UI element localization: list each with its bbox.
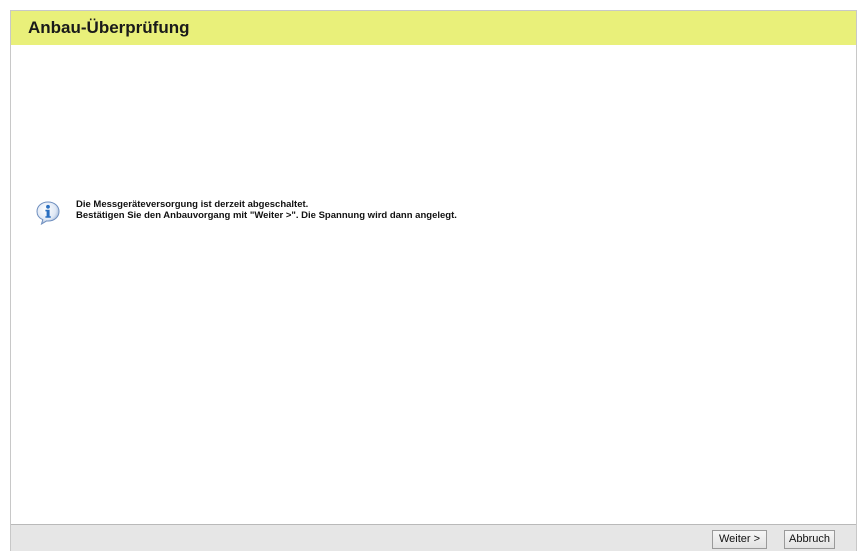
info-message: Die Messgeräteversorgung ist derzeit abg…: [35, 199, 457, 226]
message-line-2: Bestätigen Sie den Anbauvorgang mit "Wei…: [76, 210, 457, 221]
dialog-content: Die Messgeräteversorgung ist derzeit abg…: [11, 45, 856, 524]
dialog-footer: Weiter > Abbruch: [11, 524, 856, 551]
message-line-1: Die Messgeräteversorgung ist derzeit abg…: [76, 199, 309, 210]
dialog-title: Anbau-Überprüfung: [28, 18, 190, 37]
cancel-button[interactable]: Abbruch: [784, 530, 835, 549]
dialog-window: Anbau-Überprüfung Die Messgeräteversorgu…: [10, 10, 857, 551]
dialog-header: Anbau-Überprüfung: [11, 11, 856, 45]
info-icon: [35, 200, 61, 226]
message-text: Die Messgeräteversorgung ist derzeit abg…: [76, 199, 457, 221]
next-button[interactable]: Weiter >: [712, 530, 767, 549]
